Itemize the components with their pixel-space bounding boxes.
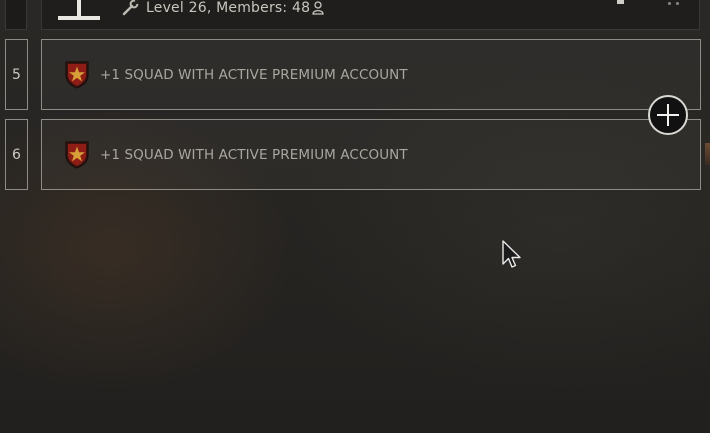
more-options-icon[interactable] <box>668 2 684 8</box>
slot-number-text: 5 <box>12 66 21 83</box>
clan-emblem-icon <box>58 0 100 20</box>
clan-info: Level 26, Members: 48 <box>122 0 324 16</box>
slot-label: +1 SQUAD WITH ACTIVE PREMIUM ACCOUNT <box>100 146 408 163</box>
wrench-icon <box>122 0 139 16</box>
squad-slot[interactable]: +1 SQUAD WITH ACTIVE PREMIUM ACCOUNT <box>41 119 701 190</box>
clan-row-number-cell <box>5 0 27 30</box>
person-icon <box>312 1 324 15</box>
scroll-indicator <box>617 0 624 4</box>
slot-label: +1 SQUAD WITH ACTIVE PREMIUM ACCOUNT <box>100 66 408 83</box>
add-squad-button[interactable] <box>648 95 688 135</box>
side-panel-edge <box>705 143 710 165</box>
slot-number: 6 <box>5 119 28 190</box>
mouse-cursor-icon <box>502 240 521 268</box>
squad-slot[interactable]: +1 SQUAD WITH ACTIVE PREMIUM ACCOUNT <box>41 39 701 110</box>
premium-shield-icon <box>65 141 89 169</box>
slot-number-text: 6 <box>12 146 21 163</box>
slot-number: 5 <box>5 39 28 110</box>
clan-info-text: Level 26, Members: 48 <box>146 0 311 16</box>
premium-shield-icon <box>65 61 89 89</box>
clan-header-row: Level 26, Members: 48 <box>0 0 710 30</box>
